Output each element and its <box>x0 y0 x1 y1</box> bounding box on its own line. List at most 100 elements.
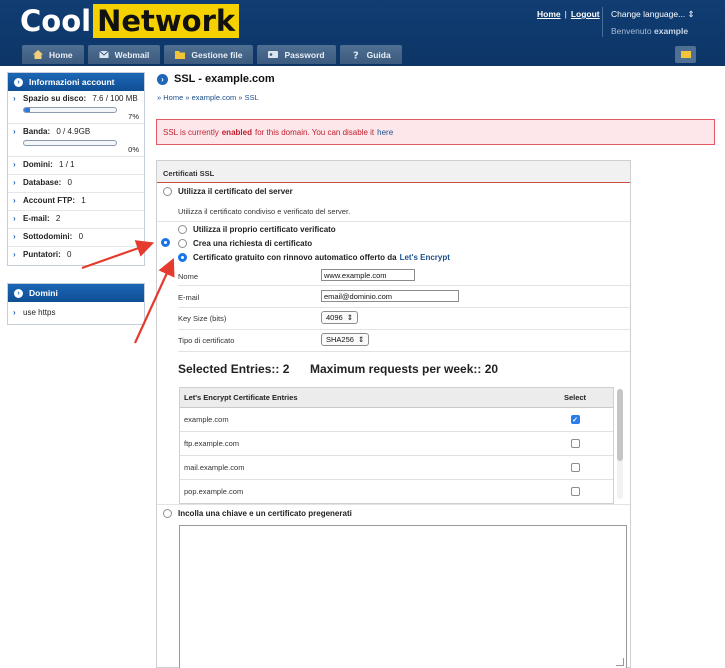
alert-suffix: for this domain. You can disable it <box>254 127 375 137</box>
bullet-icon: › <box>13 94 16 103</box>
paste-cert-textarea[interactable] <box>179 525 627 668</box>
option-paste-cert[interactable]: Incolla una chiave e un certificato preg… <box>163 509 352 518</box>
top-links: Home | Logout <box>537 9 600 19</box>
bandwidth-usage: › Banda: 0 / 4.9GB 0% <box>8 124 144 157</box>
max-requests: Maximum requests per week:: 20 <box>310 362 499 376</box>
tab-file-manager-label: Gestione file <box>191 49 243 60</box>
language-select[interactable]: Change language... ⇕ <box>611 9 695 20</box>
stat-subdomains: › Sottodomini: 0 <box>8 229 144 247</box>
ssl-section-title: Certificati SSL <box>157 161 630 183</box>
entry-name: example.com <box>184 415 229 424</box>
option-server-cert-label: Utilizza il certificato del server <box>178 187 293 196</box>
table-header: Let's Encrypt Certificate Entries Select <box>180 388 613 408</box>
option-own-cert-label: Utilizza il proprio certificato verifica… <box>193 225 336 234</box>
crumb-sep: » <box>185 93 190 102</box>
scrollbar-thumb[interactable] <box>617 389 623 461</box>
entry-checkbox[interactable] <box>570 487 580 496</box>
entry-checkbox[interactable] <box>570 463 580 472</box>
account-info-title: Informazioni account <box>29 77 115 87</box>
resize-grip-icon[interactable] <box>616 658 624 666</box>
link-separator: | <box>564 9 567 19</box>
bullet-icon: › <box>13 250 16 259</box>
home-link[interactable]: Home <box>537 9 561 19</box>
page-title: › SSL - example.com <box>157 73 275 85</box>
nav-tabs: Home Webmail Gestione file Password ? Gu… <box>0 45 725 66</box>
tab-home-label: Home <box>49 49 73 60</box>
divider <box>157 504 630 505</box>
selected-entries: Selected Entries:: 2 <box>178 362 290 376</box>
tab-webmail[interactable]: Webmail <box>87 45 161 64</box>
email-input[interactable] <box>321 290 459 302</box>
bullet-icon: › <box>13 196 16 205</box>
alert-prefix: SSL is currently <box>163 127 219 137</box>
band-progress-bar <box>23 140 117 146</box>
folder-icon <box>175 51 186 59</box>
tab-help[interactable]: ? Guida <box>339 45 402 64</box>
tab-home[interactable]: Home <box>22 45 84 64</box>
tab-file-manager[interactable]: Gestione file <box>164 45 254 64</box>
radio-letsencrypt[interactable] <box>178 253 187 262</box>
radio-server-cert[interactable] <box>163 187 172 196</box>
ssl-panel: Certificati SSL Utilizza il certificato … <box>156 160 631 668</box>
tab-webmail-label: Webmail <box>114 49 150 60</box>
table-scrollbar[interactable] <box>617 389 623 499</box>
stat-domains: › Domini: 1 / 1 <box>8 157 144 175</box>
option-cert-request[interactable]: Crea una richiesta di certificato <box>178 239 312 248</box>
bullet-icon: › <box>13 127 16 136</box>
messages-button[interactable] <box>675 46 696 63</box>
option-letsencrypt[interactable]: Certificato gratuito con rinnovo automat… <box>178 253 450 262</box>
band-label: Banda: <box>23 127 51 136</box>
disk-progress-fill <box>24 108 31 112</box>
band-value: 0 / 4.9GB <box>56 127 91 136</box>
tab-password[interactable]: Password <box>257 45 336 64</box>
divider <box>157 221 630 222</box>
select-arrows-icon: ⇕ <box>346 313 353 322</box>
divider <box>178 285 630 286</box>
name-input[interactable] <box>321 269 415 281</box>
stat-value: 0 <box>78 232 84 241</box>
breadcrumb-ssl[interactable]: SSL <box>245 93 259 102</box>
use-https-link[interactable]: use https <box>23 308 55 317</box>
bullet-icon: › <box>13 160 16 169</box>
email-label: E-mail <box>178 293 200 302</box>
bullet-icon: › <box>13 214 16 223</box>
account-info-header: › Informazioni account <box>8 73 144 91</box>
crumb-sep: » <box>157 93 162 102</box>
option-own-cert[interactable]: Utilizza il proprio certificato verifica… <box>178 225 336 234</box>
arrow-circle-icon: › <box>14 77 23 87</box>
keysize-select[interactable]: 4096 ⇕ <box>321 311 358 324</box>
domains-title: Domini <box>29 288 58 298</box>
radio-own-cert[interactable] <box>178 225 187 234</box>
stat-databases: › Database: 0 <box>8 175 144 193</box>
tab-password-label: Password <box>284 49 325 60</box>
letsencrypt-link[interactable]: Let's Encrypt <box>400 253 450 262</box>
entry-checkbox[interactable]: ✓ <box>570 415 580 424</box>
disable-ssl-link[interactable]: here <box>377 128 393 137</box>
stat-value: 0 <box>67 250 72 259</box>
radio-paste-cert[interactable] <box>163 509 172 518</box>
highlighted-radio[interactable] <box>161 238 170 247</box>
select-arrows-icon: ⇕ <box>357 335 365 344</box>
keysize-label: Key Size (bits) <box>178 314 227 323</box>
breadcrumb-home[interactable]: Home <box>163 93 183 102</box>
option-server-cert[interactable]: Utilizza il certificato del server <box>163 187 293 196</box>
option-letsencrypt-label: Certificato gratuito con rinnovo automat… <box>193 253 397 262</box>
bullet-icon: › <box>13 178 16 187</box>
arrow-circle-icon: › <box>157 73 168 85</box>
divider <box>178 351 630 352</box>
cert-type-select[interactable]: SHA256 ⇕ <box>321 333 370 346</box>
logo[interactable]: Cool Network <box>18 4 240 38</box>
table-row: mail.example.com <box>180 456 613 480</box>
stat-label: Sottodomini: <box>23 232 73 241</box>
radio-cert-request[interactable] <box>178 239 187 248</box>
stat-label: Domini: <box>23 160 53 169</box>
stat-value: 1 / 1 <box>59 160 75 169</box>
entry-checkbox[interactable] <box>570 439 580 448</box>
stat-value: 2 <box>55 214 61 223</box>
bullet-icon: › <box>13 308 16 317</box>
breadcrumb-domain[interactable]: example.com <box>192 93 237 102</box>
tab-help-label: Guida <box>366 49 391 60</box>
svg-text:?: ? <box>353 51 359 60</box>
logout-link[interactable]: Logout <box>571 9 600 19</box>
welcome-text: Benvenuto example <box>611 26 688 36</box>
